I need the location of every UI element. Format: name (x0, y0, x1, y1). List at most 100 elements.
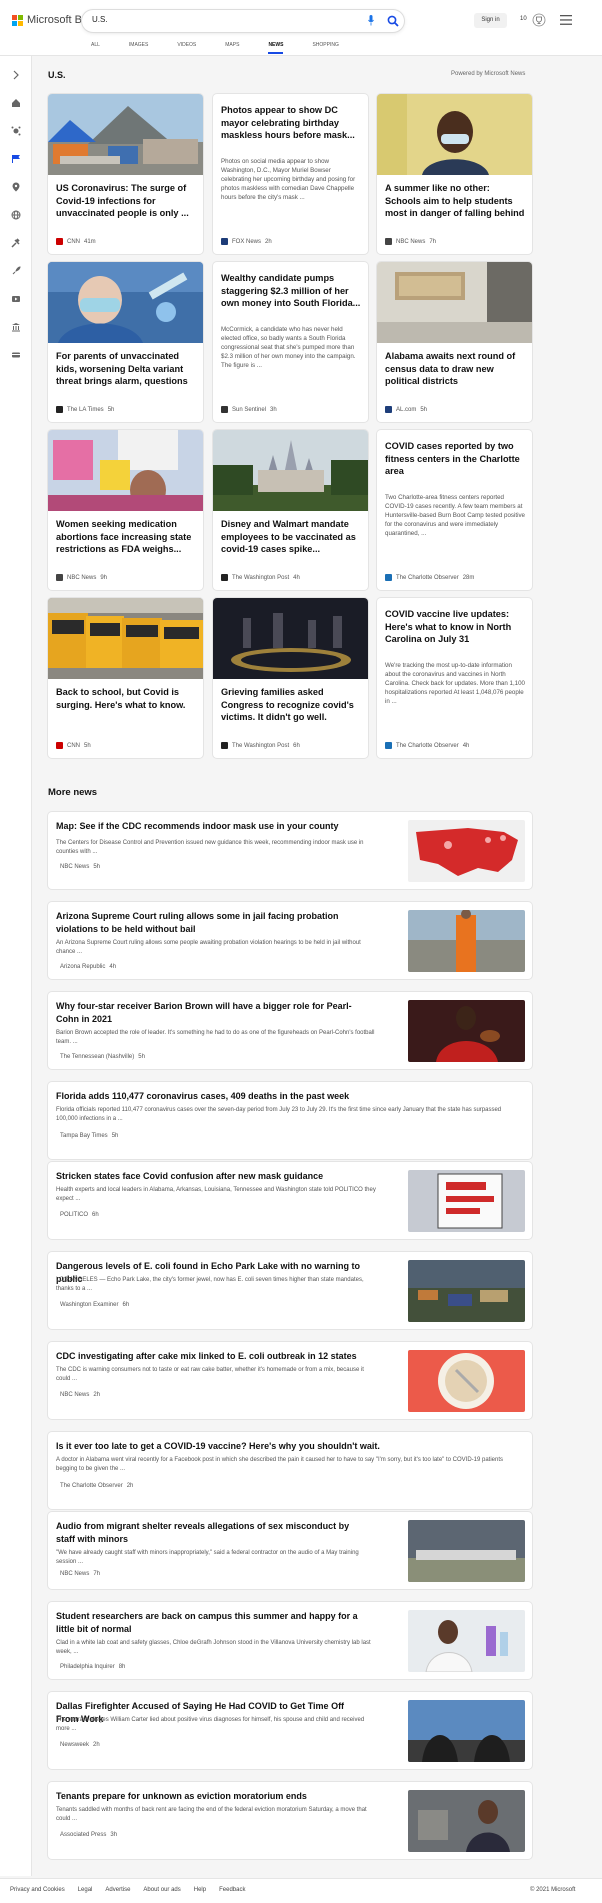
news-card[interactable]: Women seeking medication abortions face … (48, 430, 203, 590)
card-title[interactable]: US Coronavirus: The surge of Covid-19 in… (56, 182, 196, 220)
news-title[interactable]: Arizona Supreme Court ruling allows some… (56, 910, 366, 935)
news-card[interactable]: Alabama awaits next round of census data… (377, 262, 532, 422)
card-source[interactable]: AL.com 5h (385, 406, 427, 413)
search-icon[interactable] (387, 15, 399, 27)
news-card[interactable]: Wealthy candidate pumps staggering $2.3 … (213, 262, 368, 422)
news-card[interactable]: Back to school, but Covid is surging. He… (48, 598, 203, 758)
news-list-item[interactable]: Florida adds 110,477 coronavirus cases, … (48, 1082, 532, 1159)
footer-link-about-ads[interactable]: About our ads (143, 1887, 180, 1893)
news-source[interactable]: NBC News 5h (56, 864, 100, 870)
news-card[interactable]: For parents of unvaccinated kids, worsen… (48, 262, 203, 422)
news-source[interactable]: The Tennessean (Nashville) 5h (56, 1054, 145, 1060)
tab-all[interactable]: ALL (91, 40, 100, 56)
card-source[interactable]: The Charlotte Observer 4h (385, 742, 469, 749)
news-title[interactable]: Map: See if the CDC recommends indoor ma… (56, 820, 366, 833)
rewards-trophy-icon[interactable] (532, 13, 546, 27)
card-source[interactable]: The LA Times 5h (56, 406, 114, 413)
card-title[interactable]: Alabama awaits next round of census data… (385, 350, 525, 388)
footer-link-help[interactable]: Help (194, 1887, 206, 1893)
card-source[interactable]: FOX News 2h (221, 238, 272, 245)
footer-link-feedback[interactable]: Feedback (219, 1887, 245, 1893)
card-source[interactable]: The Washington Post 6h (221, 742, 300, 749)
news-card[interactable]: Photos appear to show DC mayor celebrati… (213, 94, 368, 254)
card-source[interactable]: NBC News 7h (385, 238, 436, 245)
news-card[interactable]: COVID cases reported by two fitness cent… (377, 430, 532, 590)
news-title[interactable]: Stricken states face Covid confusion aft… (56, 1170, 366, 1183)
news-list-item[interactable]: Map: See if the CDC recommends indoor ma… (48, 812, 532, 889)
news-title[interactable]: Is it ever too late to get a COVID-19 va… (56, 1440, 516, 1453)
business-icon[interactable] (11, 322, 21, 332)
tab-images[interactable]: IMAGES (129, 40, 148, 56)
card-title[interactable]: A summer like no other: Schools aim to h… (385, 182, 525, 220)
card-source[interactable]: The Washington Post 4h (221, 574, 300, 581)
news-title[interactable]: Why four-star receiver Barion Brown will… (56, 1000, 366, 1025)
news-source[interactable]: NBC News 2h (56, 1392, 100, 1398)
news-title[interactable]: Student researchers are back on campus t… (56, 1610, 366, 1635)
card-source[interactable]: CNN 5h (56, 742, 91, 749)
card-title[interactable]: Photos appear to show DC mayor celebrati… (221, 104, 361, 142)
card-title[interactable]: COVID cases reported by two fitness cent… (385, 440, 525, 478)
card-title[interactable]: COVID vaccine live updates: Here's what … (385, 608, 525, 646)
tab-news[interactable]: NEWS (268, 40, 284, 56)
news-card[interactable]: US Coronavirus: The surge of Covid-19 in… (48, 94, 203, 254)
footer-link-privacy[interactable]: Privacy and Cookies (10, 1887, 65, 1893)
news-list-item[interactable]: Audio from migrant shelter reveals alleg… (48, 1512, 532, 1589)
home-icon[interactable] (11, 98, 21, 108)
news-source[interactable]: Philadelphia Inquirer 8h (56, 1664, 125, 1670)
news-source[interactable]: Tampa Bay Times 5h (56, 1133, 118, 1139)
news-card[interactable]: Grieving families asked Congress to reco… (213, 598, 368, 758)
news-source[interactable]: Associated Press 3h (56, 1832, 117, 1838)
news-list-item[interactable]: CDC investigating after cake mix linked … (48, 1342, 532, 1419)
news-source[interactable]: Newsweek 2h (56, 1742, 100, 1748)
news-list-item[interactable]: Student researchers are back on campus t… (48, 1602, 532, 1679)
search-input[interactable]: U.S. (92, 15, 108, 24)
news-list-item[interactable]: Tenants prepare for unknown as eviction … (48, 1782, 532, 1859)
news-list-item[interactable]: Stricken states face Covid confusion aft… (48, 1162, 532, 1239)
footer-link-advertise[interactable]: Advertise (105, 1887, 130, 1893)
news-list-item[interactable]: Dallas Firefighter Accused of Saying He … (48, 1692, 532, 1769)
card-source[interactable]: The Charlotte Observer 28m (385, 574, 474, 581)
news-title[interactable]: Tenants prepare for unknown as eviction … (56, 1790, 366, 1803)
tab-maps[interactable]: MAPS (225, 40, 239, 56)
card-title[interactable]: Women seeking medication abortions face … (56, 518, 196, 556)
news-list-item[interactable]: Arizona Supreme Court ruling allows some… (48, 902, 532, 979)
news-card[interactable]: COVID vaccine live updates: Here's what … (377, 598, 532, 758)
tab-videos[interactable]: VIDEOS (177, 40, 196, 56)
microphone-icon[interactable] (368, 15, 374, 26)
rewards-count[interactable]: 10 (520, 16, 527, 22)
science-rocket-icon[interactable] (11, 266, 21, 276)
card-source[interactable]: NBC News 9h (56, 574, 107, 581)
entertainment-icon[interactable] (11, 294, 21, 304)
news-title[interactable]: CDC investigating after cake mix linked … (56, 1350, 366, 1363)
news-source[interactable]: The Charlotte Observer 2h (56, 1483, 133, 1489)
news-card[interactable]: A summer like no other: Schools aim to h… (377, 94, 532, 254)
news-list-item[interactable]: Is it ever too late to get a COVID-19 va… (48, 1432, 532, 1509)
card-title[interactable]: Disney and Walmart mandate employees to … (221, 518, 361, 556)
expand-icon[interactable] (11, 70, 21, 80)
card-title[interactable]: Back to school, but Covid is surging. He… (56, 686, 196, 711)
news-title[interactable]: Audio from migrant shelter reveals alleg… (56, 1520, 366, 1545)
news-list-item[interactable]: Dangerous levels of E. coli found in Ech… (48, 1252, 532, 1329)
card-title[interactable]: Grieving families asked Congress to reco… (221, 686, 361, 724)
menu-icon[interactable] (560, 15, 572, 25)
card-title[interactable]: Wealthy candidate pumps staggering $2.3 … (221, 272, 361, 310)
news-title[interactable]: Florida adds 110,477 coronavirus cases, … (56, 1090, 516, 1103)
news-source[interactable]: Arizona Republic 4h (56, 964, 116, 970)
sign-in-button[interactable]: Sign in (474, 13, 507, 28)
globe-icon[interactable] (11, 210, 21, 220)
local-pin-icon[interactable] (11, 182, 21, 192)
tab-shopping[interactable]: SHOPPING (312, 40, 338, 56)
footer-link-legal[interactable]: Legal (78, 1887, 93, 1893)
search-box[interactable]: U.S. (82, 10, 404, 32)
money-icon[interactable] (11, 350, 21, 360)
news-source[interactable]: Washington Examiner 6h (56, 1302, 129, 1308)
news-card[interactable]: Disney and Walmart mandate employees to … (213, 430, 368, 590)
coronavirus-icon[interactable] (11, 126, 21, 136)
news-source[interactable]: NBC News 7h (56, 1571, 100, 1577)
news-list-item[interactable]: Why four-star receiver Barion Brown will… (48, 992, 532, 1069)
politics-icon[interactable] (11, 238, 21, 248)
card-source[interactable]: CNN 41m (56, 238, 96, 245)
us-flag-icon[interactable] (11, 154, 21, 164)
powered-by-label[interactable]: Powered by Microsoft News (451, 71, 525, 77)
card-title[interactable]: For parents of unvaccinated kids, worsen… (56, 350, 196, 388)
